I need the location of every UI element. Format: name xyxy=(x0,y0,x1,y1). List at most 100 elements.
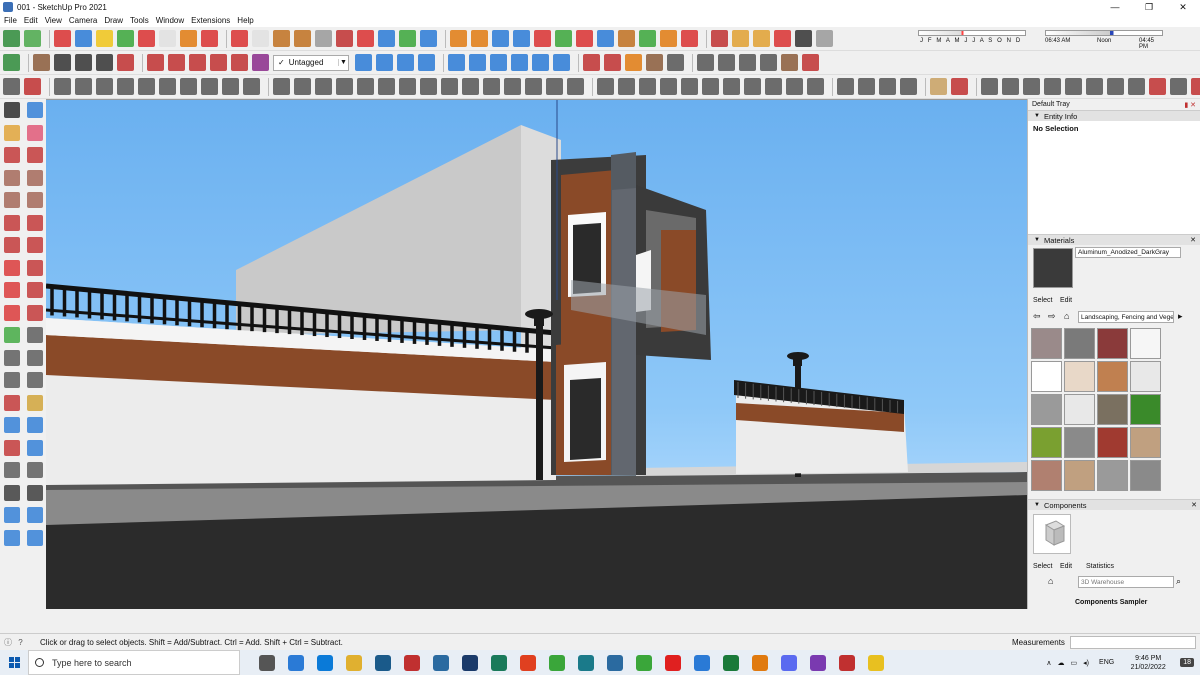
row2b-tool-button-1[interactable] xyxy=(355,54,372,71)
row3-tool-button-49[interactable] xyxy=(1065,78,1082,95)
section-plane-icon[interactable] xyxy=(26,484,43,501)
row2b-tool-button-20[interactable] xyxy=(781,54,798,71)
row3-tool-button-42[interactable] xyxy=(900,78,917,95)
axes-tool-icon[interactable] xyxy=(3,372,20,389)
row2b-tool-button-17[interactable] xyxy=(718,54,735,71)
row2-tool-button-2[interactable] xyxy=(33,54,50,71)
taskbar-app-icon[interactable] xyxy=(635,654,652,671)
rotate-tool-icon[interactable] xyxy=(3,282,20,299)
row1-tool-button-9[interactable] xyxy=(180,30,197,47)
row3-tool-button-32[interactable] xyxy=(681,78,698,95)
taskbar-app-icon[interactable] xyxy=(432,654,449,671)
menu-window[interactable]: Window xyxy=(156,16,184,25)
row3-tool-button-43[interactable] xyxy=(930,78,947,95)
taskbar-app-icon[interactable] xyxy=(664,654,681,671)
row1-tool-button-7[interactable] xyxy=(138,30,155,47)
row1-tool-button-38[interactable] xyxy=(816,30,833,47)
protractor-icon[interactable] xyxy=(3,349,20,366)
row1-tool-button-28[interactable] xyxy=(597,30,614,47)
row1-tool-button-16[interactable] xyxy=(336,30,353,47)
row3-tool-button-8[interactable] xyxy=(159,78,176,95)
row1-tool-button-2[interactable] xyxy=(24,30,41,47)
close-icon[interactable]: ✕ xyxy=(1191,501,1197,509)
menu-help[interactable]: Help xyxy=(237,16,253,25)
language-indicator[interactable]: ENG xyxy=(1099,659,1114,666)
position-camera-icon[interactable] xyxy=(3,462,20,479)
row1-tool-button-29[interactable] xyxy=(618,30,635,47)
row3-tool-button-45[interactable] xyxy=(981,78,998,95)
row1-tool-button-12[interactable] xyxy=(252,30,269,47)
row2-tool-button-8[interactable] xyxy=(168,54,185,71)
row3-tool-button-31[interactable] xyxy=(660,78,677,95)
components-header[interactable]: ▼ Components ✕ xyxy=(1028,499,1200,510)
offset-tool-icon[interactable] xyxy=(26,304,43,321)
menu-file[interactable]: File xyxy=(4,16,17,25)
row3-tool-button-12[interactable] xyxy=(243,78,260,95)
tag-dropdown[interactable]: ✓ Untagged ▼ xyxy=(273,54,349,71)
material-swatch[interactable] xyxy=(1064,460,1095,491)
row3-tool-button-37[interactable] xyxy=(786,78,803,95)
material-swatch[interactable] xyxy=(1031,394,1062,425)
taskbar-app-icon[interactable] xyxy=(345,654,362,671)
material-swatch[interactable] xyxy=(1130,328,1161,359)
material-swatch[interactable] xyxy=(1130,361,1161,392)
network-icon[interactable]: ▭ xyxy=(1071,659,1078,667)
paint-bucket-icon[interactable] xyxy=(3,124,20,141)
search-icon[interactable]: ⌕ xyxy=(1176,576,1181,587)
row2b-tool-button-10[interactable] xyxy=(553,54,570,71)
volume-icon[interactable]: ◂) xyxy=(1083,659,1089,667)
row3-tool-button-9[interactable] xyxy=(180,78,197,95)
row3-tool-button-47[interactable] xyxy=(1023,78,1040,95)
taskbar-app-icon[interactable] xyxy=(867,654,884,671)
minimize-button[interactable]: — xyxy=(1098,0,1132,14)
material-swatch[interactable] xyxy=(1097,460,1128,491)
row3-tool-button-39[interactable] xyxy=(837,78,854,95)
select-tool-icon[interactable] xyxy=(3,102,20,119)
row2b-tool-button-7[interactable] xyxy=(490,54,507,71)
row2-tool-button-7[interactable] xyxy=(147,54,164,71)
tray-pin-icon[interactable]: ▮ ✕ xyxy=(1184,101,1196,109)
row3-tool-button-5[interactable] xyxy=(96,78,113,95)
row1-tool-button-27[interactable] xyxy=(576,30,593,47)
row3-tool-button-40[interactable] xyxy=(858,78,875,95)
material-swatch[interactable] xyxy=(1064,328,1095,359)
taskbar-app-icon[interactable] xyxy=(780,654,797,671)
home-icon[interactable]: ⌂ xyxy=(1048,576,1053,586)
material-swatch[interactable] xyxy=(1031,460,1062,491)
menu-extensions[interactable]: Extensions xyxy=(191,16,230,25)
row2b-tool-button-5[interactable] xyxy=(448,54,465,71)
row3-tool-button-25[interactable] xyxy=(525,78,542,95)
taskbar-search[interactable]: Type here to search xyxy=(28,650,240,675)
row1-tool-button-30[interactable] xyxy=(639,30,656,47)
material-swatch[interactable] xyxy=(1130,394,1161,425)
taskbar-app-icon[interactable] xyxy=(316,654,333,671)
row3-tool-button-13[interactable] xyxy=(273,78,290,95)
row3-tool-button-15[interactable] xyxy=(315,78,332,95)
row3-tool-button-22[interactable] xyxy=(462,78,479,95)
row2b-tool-button-2[interactable] xyxy=(376,54,393,71)
start-button[interactable] xyxy=(0,650,28,675)
components-tab-statistics[interactable]: Statistics xyxy=(1086,563,1114,570)
look-around-icon[interactable] xyxy=(26,462,43,479)
row2b-tool-button-14[interactable] xyxy=(646,54,663,71)
row2b-tool-button-18[interactable] xyxy=(739,54,756,71)
row2b-tool-button-3[interactable] xyxy=(397,54,414,71)
row2b-tool-button-21[interactable] xyxy=(802,54,819,71)
row1-tool-button-23[interactable] xyxy=(492,30,509,47)
row1-tool-button-21[interactable] xyxy=(450,30,467,47)
follow-me-icon[interactable] xyxy=(26,282,43,299)
row3-tool-button-48[interactable] xyxy=(1044,78,1061,95)
row3-tool-button-27[interactable] xyxy=(567,78,584,95)
sandbox-smoove-icon[interactable] xyxy=(3,529,20,546)
row2b-tool-button-15[interactable] xyxy=(667,54,684,71)
taskbar-app-icon[interactable] xyxy=(809,654,826,671)
row3-tool-button-3[interactable] xyxy=(54,78,71,95)
row1-tool-button-18[interactable] xyxy=(378,30,395,47)
row3-tool-button-6[interactable] xyxy=(117,78,134,95)
row1-tool-button-15[interactable] xyxy=(315,30,332,47)
row3-tool-button-36[interactable] xyxy=(765,78,782,95)
row2-tool-button-6[interactable] xyxy=(117,54,134,71)
clock[interactable]: 9:46 PM 21/02/2022 xyxy=(1122,654,1174,672)
close-icon[interactable]: ✕ xyxy=(1190,236,1196,244)
menu-view[interactable]: View xyxy=(45,16,62,25)
